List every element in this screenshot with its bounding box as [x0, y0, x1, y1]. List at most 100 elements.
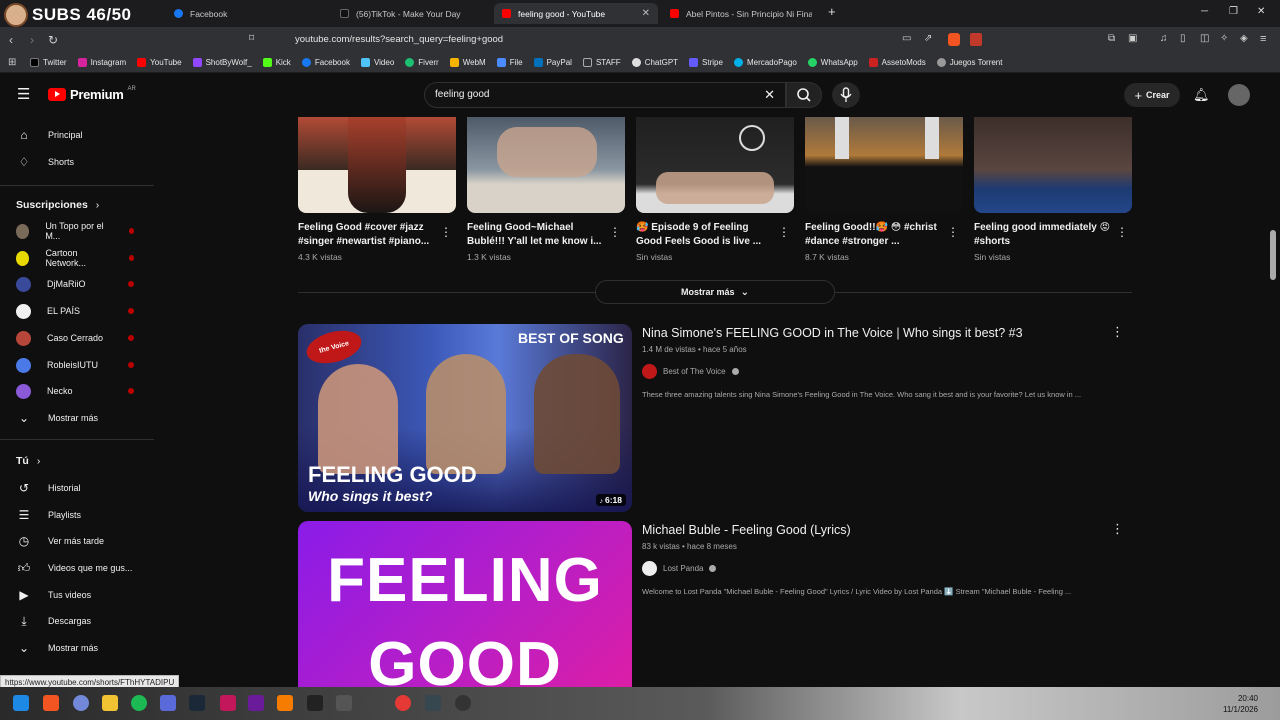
menu-icon[interactable]: ≡	[1260, 33, 1266, 45]
create-button[interactable]: + Crear	[1124, 83, 1180, 107]
share-icon[interactable]: ⇗	[924, 33, 932, 44]
sidebar-item-watch-later[interactable]: ◷ Ver más tarde	[0, 529, 154, 553]
sidebar-item-subscription[interactable]: Necko	[0, 379, 154, 403]
bookmark-paypal[interactable]: PayPal	[533, 58, 572, 67]
app-icon[interactable]	[277, 695, 293, 711]
app-icon[interactable]	[160, 695, 176, 711]
bookmark-chatgpt[interactable]: ChatGPT	[631, 58, 678, 67]
voice-search-button[interactable]	[832, 82, 860, 108]
app-icon[interactable]	[336, 695, 352, 711]
bookmark-file[interactable]: File	[496, 58, 523, 67]
maximize-icon[interactable]: ❐	[1229, 6, 1238, 17]
steam-icon[interactable]	[189, 695, 205, 711]
bookmark-assetomods[interactable]: AssetoMods	[868, 58, 926, 67]
extensions-icon[interactable]: ⧉	[1108, 33, 1115, 44]
short-card[interactable]: Feeling good immediately 😡 #shorts Sin v…	[974, 117, 1132, 262]
sidebar-item-shorts[interactable]: ♢ Shorts	[0, 150, 154, 174]
windows-start-icon[interactable]	[13, 695, 29, 711]
wallet-icon[interactable]: ◫	[1200, 33, 1209, 44]
bookmark-staff[interactable]: STAFF	[582, 58, 621, 67]
channel-link[interactable]: Best of The Voice	[642, 364, 739, 379]
sidebar-item-liked-videos[interactable]: 👍︎ Videos que me gus...	[0, 556, 154, 580]
short-title[interactable]: Feeling Good~Michael Bublé!!! Y'all let …	[467, 221, 605, 249]
video-title[interactable]: Nina Simone's FEELING GOOD in The Voice …	[642, 326, 1023, 340]
account-avatar[interactable]	[1228, 84, 1250, 106]
search-input[interactable]: feeling good ✕	[424, 82, 786, 108]
short-card[interactable]: Feeling Good!!🥵 😳 #christ #dance #strong…	[805, 117, 963, 262]
short-thumbnail[interactable]	[298, 117, 456, 213]
apps-grid-icon[interactable]: ⊞	[8, 57, 16, 68]
short-title[interactable]: Feeling good immediately 😡 #shorts	[974, 221, 1112, 249]
bookmark-video[interactable]: Video	[360, 58, 394, 67]
short-card[interactable]: Feeling Good~Michael Bublé!!! Y'all let …	[467, 117, 625, 262]
notifications-bell-icon[interactable]: 🔔︎	[1193, 87, 1210, 103]
back-icon[interactable]: ‹	[9, 33, 13, 47]
more-options-icon[interactable]: ⋮	[947, 225, 959, 239]
more-options-icon[interactable]: ⋮	[1116, 225, 1128, 239]
app-icon[interactable]	[425, 695, 441, 711]
short-title[interactable]: Feeling Good #cover #jazz #singer #newar…	[298, 221, 436, 249]
bookmark-icon[interactable]: ⌑	[249, 33, 254, 44]
sidebar-item-playlists[interactable]: ☰ Playlists	[0, 503, 154, 527]
taskbar-clock[interactable]: 20:40 11/1/2026	[1223, 693, 1258, 715]
leo-ai-icon[interactable]: ✧	[1220, 33, 1228, 44]
bookmark-shotbywolf[interactable]: ShotByWolf_	[192, 58, 252, 67]
brave-icon[interactable]	[43, 695, 59, 711]
forward-icon[interactable]: ›	[30, 33, 34, 47]
bookmark-juegos-torrent[interactable]: Juegos Torrent	[936, 58, 1002, 67]
video-result[interactable]: the Voice BEST OF SONG FEELING GOOD Who …	[298, 324, 1132, 512]
tab-abel-pintos[interactable]: Abel Pintos - Sin Principio Ni Final (O.…	[662, 3, 820, 24]
music-icon[interactable]: ♫	[1160, 33, 1168, 44]
bookmark-stripe[interactable]: Stripe	[689, 58, 723, 67]
vpn-icon[interactable]: ◈	[1240, 33, 1248, 44]
bookmark-fiverr[interactable]: Fiverr	[405, 58, 439, 67]
clear-search-icon[interactable]: ✕	[764, 83, 775, 107]
channel-link[interactable]: Lost Panda	[642, 561, 717, 576]
brave-rewards-icon[interactable]	[970, 33, 982, 46]
video-thumbnail[interactable]: the Voice BEST OF SONG FEELING GOOD Who …	[298, 324, 632, 512]
video-title[interactable]: Michael Buble - Feeling Good (Lyrics)	[642, 523, 851, 537]
short-thumbnail[interactable]	[805, 117, 963, 213]
sidebar-item-subscription[interactable]: DjMaRiiO	[0, 272, 154, 296]
more-options-icon[interactable]: ⋮	[1111, 324, 1124, 340]
subscriptions-header[interactable]: Suscripciones ›	[16, 199, 99, 211]
sidebar-item-subscription[interactable]: EL PAÍS	[0, 299, 154, 323]
sidebar-item-your-videos[interactable]: ▶ Tus videos	[0, 583, 154, 607]
show-more-button[interactable]: Mostrar más ⌄	[595, 280, 835, 304]
url-field[interactable]: youtube.com/results?search_query=feeling…	[270, 31, 990, 49]
more-options-icon[interactable]: ⋮	[440, 225, 452, 239]
bookmark-youtube[interactable]: YouTube	[137, 58, 182, 67]
close-tab-icon[interactable]: ✕	[642, 8, 650, 19]
media-player-icon[interactable]	[395, 695, 411, 711]
brave-shield-icon[interactable]	[948, 33, 960, 46]
screen-icon[interactable]: ▭	[902, 33, 911, 44]
bookmark-whatsapp[interactable]: WhatsApp	[807, 58, 858, 67]
you-header[interactable]: Tú ›	[16, 455, 40, 467]
bookmark-instagram[interactable]: Instagram	[77, 58, 126, 67]
bookmark-twitter[interactable]: Twitter	[30, 58, 67, 67]
screenshot-icon[interactable]: ▣	[1128, 33, 1137, 44]
hamburger-menu-icon[interactable]: ☰	[17, 85, 30, 103]
capcut-icon[interactable]	[307, 695, 323, 711]
short-title[interactable]: 🥵 Episode 9 of Feeling Good Feels Good i…	[636, 221, 774, 249]
short-thumbnail[interactable]	[974, 117, 1132, 213]
sidebar-item-principal[interactable]: ⌂ Principal	[0, 123, 154, 147]
sidebar-toggle-icon[interactable]: ▯	[1180, 33, 1186, 44]
youtube-premium-logo[interactable]: Premium AR	[48, 86, 136, 102]
bookmark-kick[interactable]: Kick	[262, 58, 291, 67]
video-result[interactable]: FEELING GOOD Michael Buble - Feeling Goo…	[298, 521, 1132, 687]
tab-youtube-active[interactable]: feeling good - YouTube ✕	[494, 3, 658, 24]
bookmark-mercadopago[interactable]: MercadoPago	[733, 58, 797, 67]
discord-icon[interactable]	[73, 695, 89, 711]
window-close-icon[interactable]: ✕	[1257, 6, 1265, 17]
tab-facebook[interactable]: Facebook	[166, 3, 326, 24]
sidebar-item-subscription[interactable]: Caso Cerrado	[0, 326, 154, 350]
new-tab-icon[interactable]: +	[828, 4, 836, 19]
search-button[interactable]	[786, 82, 822, 108]
sidebar-item-subscription[interactable]: Cartoon Network...	[0, 246, 154, 270]
short-card[interactable]: Feeling Good #cover #jazz #singer #newar…	[298, 117, 456, 262]
file-explorer-icon[interactable]	[102, 695, 118, 711]
bookmark-facebook[interactable]: Facebook	[301, 58, 350, 67]
chatgpt-icon[interactable]	[366, 695, 382, 711]
minimize-icon[interactable]: ─	[1201, 6, 1208, 17]
